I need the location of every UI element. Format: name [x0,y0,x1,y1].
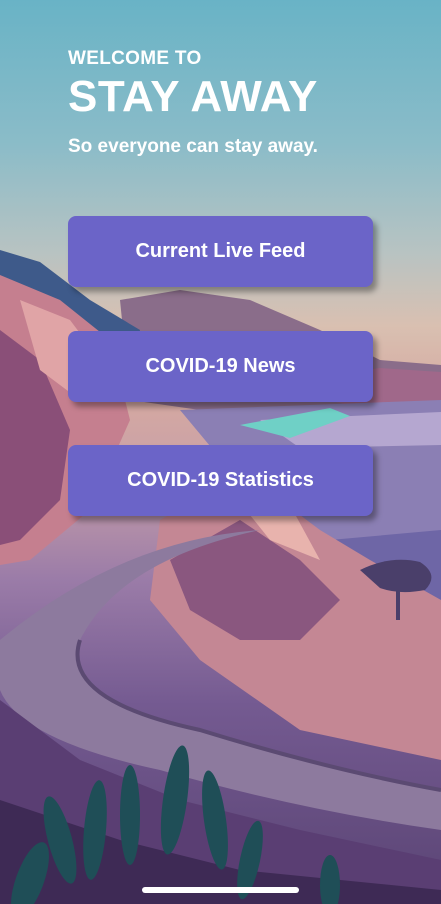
tree-trunk [396,585,400,620]
covid-statistics-button[interactable]: COVID-19 Statistics [68,445,373,516]
app-title: STAY AWAY [68,72,318,121]
home-screen: WELCOME TO STAY AWAY So everyone can sta… [0,0,441,904]
home-indicator[interactable] [142,887,299,893]
welcome-label: WELCOME TO [68,48,202,69]
covid-news-button[interactable]: COVID-19 News [68,331,373,402]
current-live-feed-button[interactable]: Current Live Feed [68,216,373,287]
app-tagline: So everyone can stay away. [68,136,318,157]
welcome-header: WELCOME TO STAY AWAY So everyone can sta… [68,48,318,158]
